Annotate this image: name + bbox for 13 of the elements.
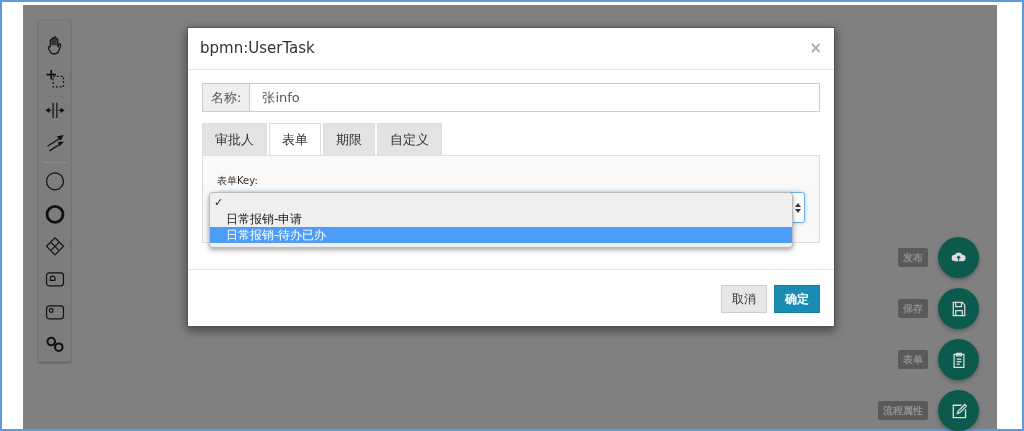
dialog-title: bpmn:UserTask — [200, 38, 315, 60]
tab[interactable]: 表单 — [269, 123, 321, 155]
dropdown-option[interactable]: ✓ — [210, 195, 792, 211]
name-label: 名称: — [202, 83, 251, 112]
form-key-label: 表单Key: — [217, 174, 259, 188]
tab[interactable]: 期限 — [323, 123, 375, 155]
cancel-button[interactable]: 取消 — [721, 285, 767, 313]
confirm-button[interactable]: 确定 — [774, 285, 820, 313]
tab[interactable]: 自定义 — [377, 123, 442, 155]
dropdown-option[interactable]: 日常报销-申请 — [210, 211, 792, 227]
tab[interactable]: 审批人 — [202, 123, 267, 155]
name-input[interactable]: 张info — [250, 83, 820, 112]
check-mark: ✓ — [214, 195, 224, 211]
